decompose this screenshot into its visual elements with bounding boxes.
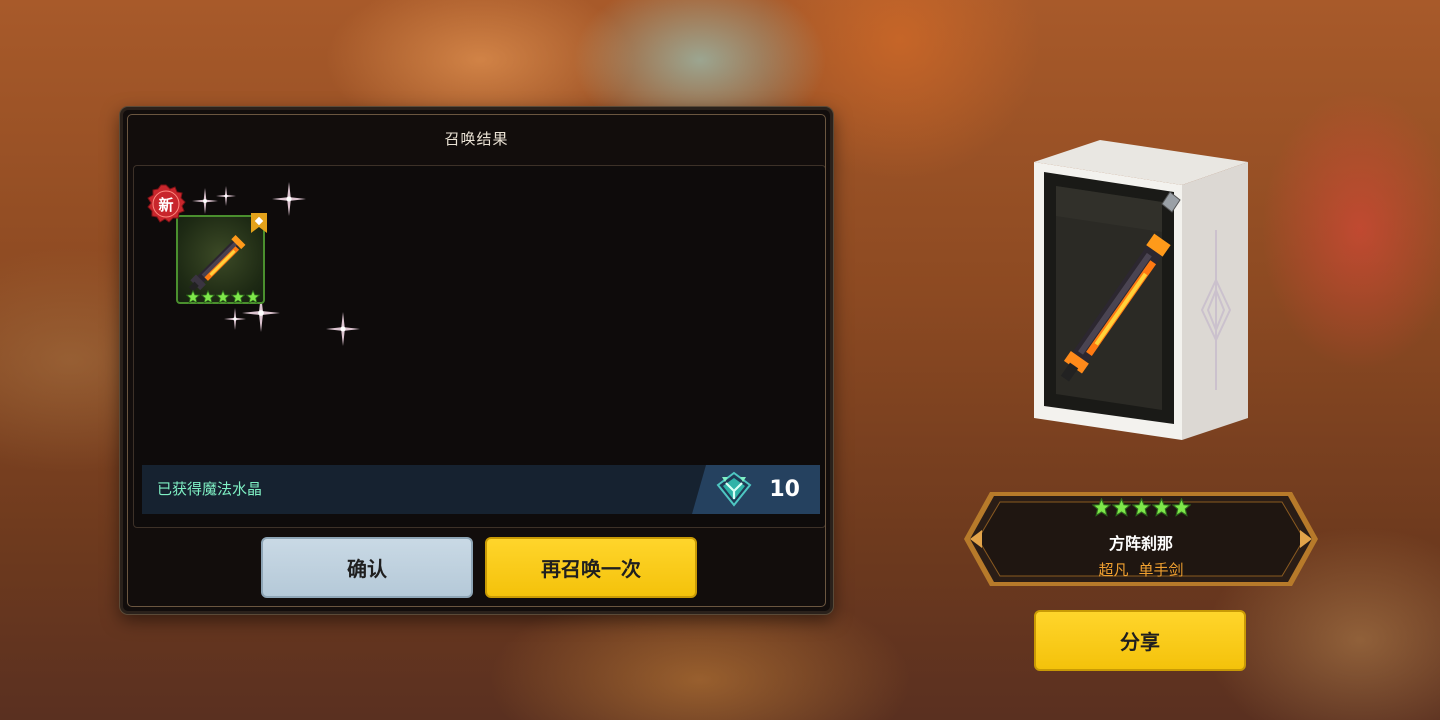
star-icon — [1172, 498, 1191, 517]
summon-again-button[interactable]: 再召唤一次 — [485, 537, 697, 598]
crystal-reward-label: 已获得魔法水晶 — [157, 480, 263, 498]
bookmark-icon — [251, 213, 267, 233]
sparkle-icon — [326, 312, 360, 346]
star-icon — [1092, 498, 1111, 517]
item-box-art — [1034, 140, 1248, 440]
share-button[interactable]: 分享 — [1034, 610, 1246, 671]
sparkle-icon — [216, 186, 236, 206]
panel-title: 召唤结果 — [444, 130, 509, 148]
item-details: 超凡 单手剑 — [962, 559, 1320, 580]
sparkle-icon — [192, 188, 218, 214]
item-weapon-type: 单手剑 — [1138, 561, 1184, 579]
star-icon — [1152, 498, 1171, 517]
crystal-count: 10 — [769, 477, 800, 502]
star-icon — [186, 290, 200, 304]
item-rarity: 超凡 — [1098, 561, 1129, 579]
sparkle-icon — [224, 308, 246, 330]
result-item-card[interactable] — [176, 213, 267, 304]
crystal-count-box: 10 — [692, 465, 820, 514]
nameplate-star-rating — [962, 498, 1320, 517]
new-badge: 新 — [146, 184, 186, 224]
magic-crystal-icon — [716, 471, 752, 507]
summon-result-panel: 召唤结果 新 已获得魔法水晶 10 确认 再召唤一次 — [120, 107, 833, 614]
star-icon — [216, 290, 230, 304]
star-icon — [231, 290, 245, 304]
item-name: 方阵刹那 — [1108, 534, 1173, 553]
sparkle-icon — [272, 182, 306, 216]
item-nameplate: 方阵刹那 超凡 单手剑 — [962, 490, 1320, 588]
item-star-rating — [186, 290, 260, 304]
crystal-reward-bar: 已获得魔法水晶 10 — [142, 465, 820, 514]
star-icon — [1132, 498, 1151, 517]
confirm-button[interactable]: 确认 — [261, 537, 473, 598]
star-icon — [1112, 498, 1131, 517]
star-icon — [201, 290, 215, 304]
new-badge-label: 新 — [158, 195, 174, 214]
star-icon — [246, 290, 260, 304]
